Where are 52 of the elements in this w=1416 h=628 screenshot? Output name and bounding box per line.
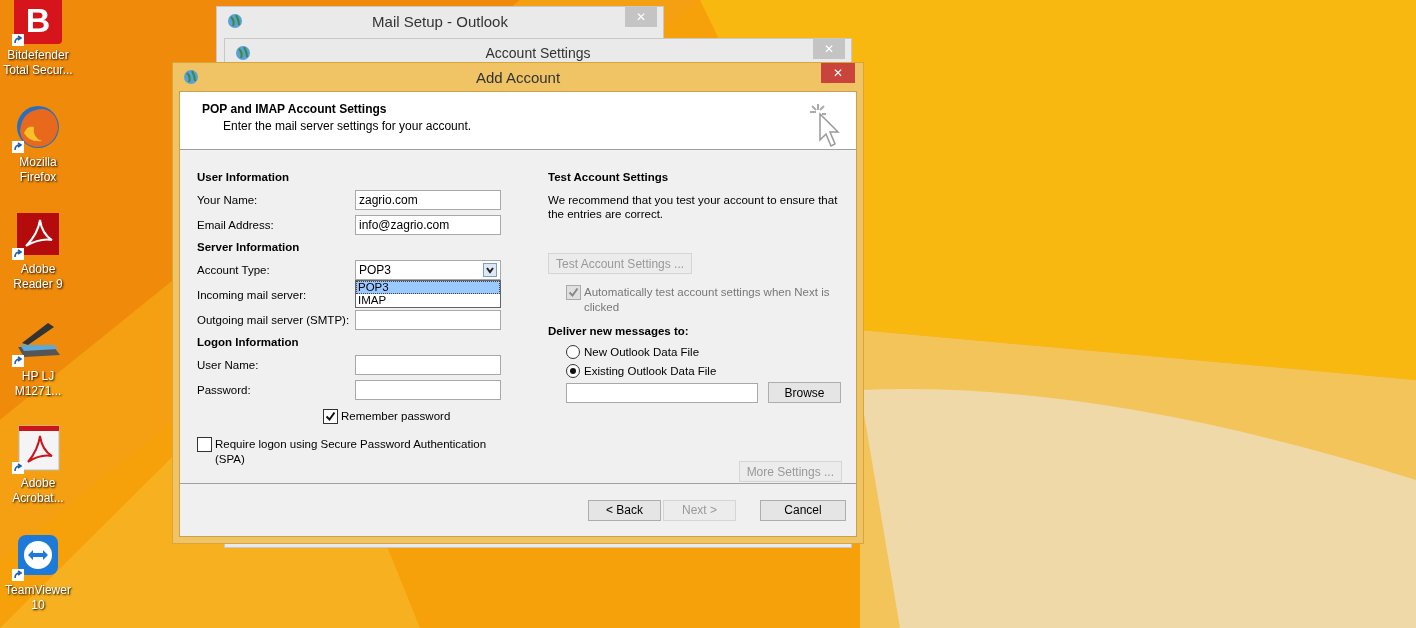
window-title: Mail Setup - Outlook [372,12,508,30]
field-label: Incoming mail server: [197,288,308,301]
field-label: User Name: [197,358,260,371]
browse-button[interactable]: Browse [768,382,841,403]
shield-logo-icon[interactable]: B [14,0,62,44]
icon-label: TeamViewer 10 [4,583,72,613]
radio-button[interactable] [566,364,580,378]
section-heading: Logon Information [197,335,300,350]
input-field[interactable] [355,354,501,375]
checkbox[interactable] [323,408,338,424]
checkbox-label: Remember password [341,408,451,424]
header-subtitle: Enter the mail server settings for your account. [223,119,472,133]
input-field[interactable] [355,379,501,400]
window-title: Add Account [475,68,561,86]
description-text: We recommend that you test your account to ensure that the entries are correct. [548,193,839,221]
input-field[interactable]: zagrio.com [355,189,501,210]
dialog-button[interactable]: Cancel [760,499,846,521]
checkbox[interactable] [197,437,212,452]
document-icon[interactable] [14,424,62,472]
document-icon[interactable] [14,210,62,258]
field-label: Account Type: [197,263,271,276]
dropdown-option[interactable]: POP3 [356,280,500,294]
section-heading: Server Information [197,240,301,255]
radio-label: New Outlook Data File [584,344,700,360]
dropdown-option[interactable]: IMAP [356,293,500,307]
icon-label: Adobe Acrobat... [11,476,65,506]
globe-icon [227,13,243,29]
field-label: Outgoing mail server (SMTP): [197,313,351,326]
icon-label: HP LJ M1271... [13,369,63,399]
checkbox-label: Require logon using Secure Password Authentication (SPA) [215,437,488,467]
close-button[interactable]: ✕ [821,63,855,83]
icon-label: Adobe Reader 9 [12,262,64,292]
field-label: Password: [197,383,252,396]
field-label: Your Name: [197,193,259,206]
globe-icon [183,69,199,85]
header-title: POP and IMAP Account Settings [202,102,388,116]
globe-icon [235,45,251,61]
account-type-dropdown[interactable]: POP3 [355,259,501,280]
input-field[interactable] [355,309,501,330]
radio-label: Existing Outlook Data File [584,363,717,379]
window-title: Account Settings [485,45,591,61]
icon-label: Bitdefender Total Secur... [2,48,74,78]
input-field[interactable]: info@zagrio.com [355,214,501,235]
checkbox-label: Automatically test account settings when Next is clicked [584,285,831,315]
icon-label: Mozilla Firefox [18,155,58,185]
section-heading: Deliver new messages to: [548,324,690,339]
section-heading: Test Account Settings [548,170,670,185]
radio-button[interactable] [566,345,580,359]
section-heading: User Information [197,170,290,185]
input-field[interactable] [566,382,758,403]
field-label: Email Address: [197,218,275,231]
dialog-button[interactable]: < Back [588,499,661,521]
